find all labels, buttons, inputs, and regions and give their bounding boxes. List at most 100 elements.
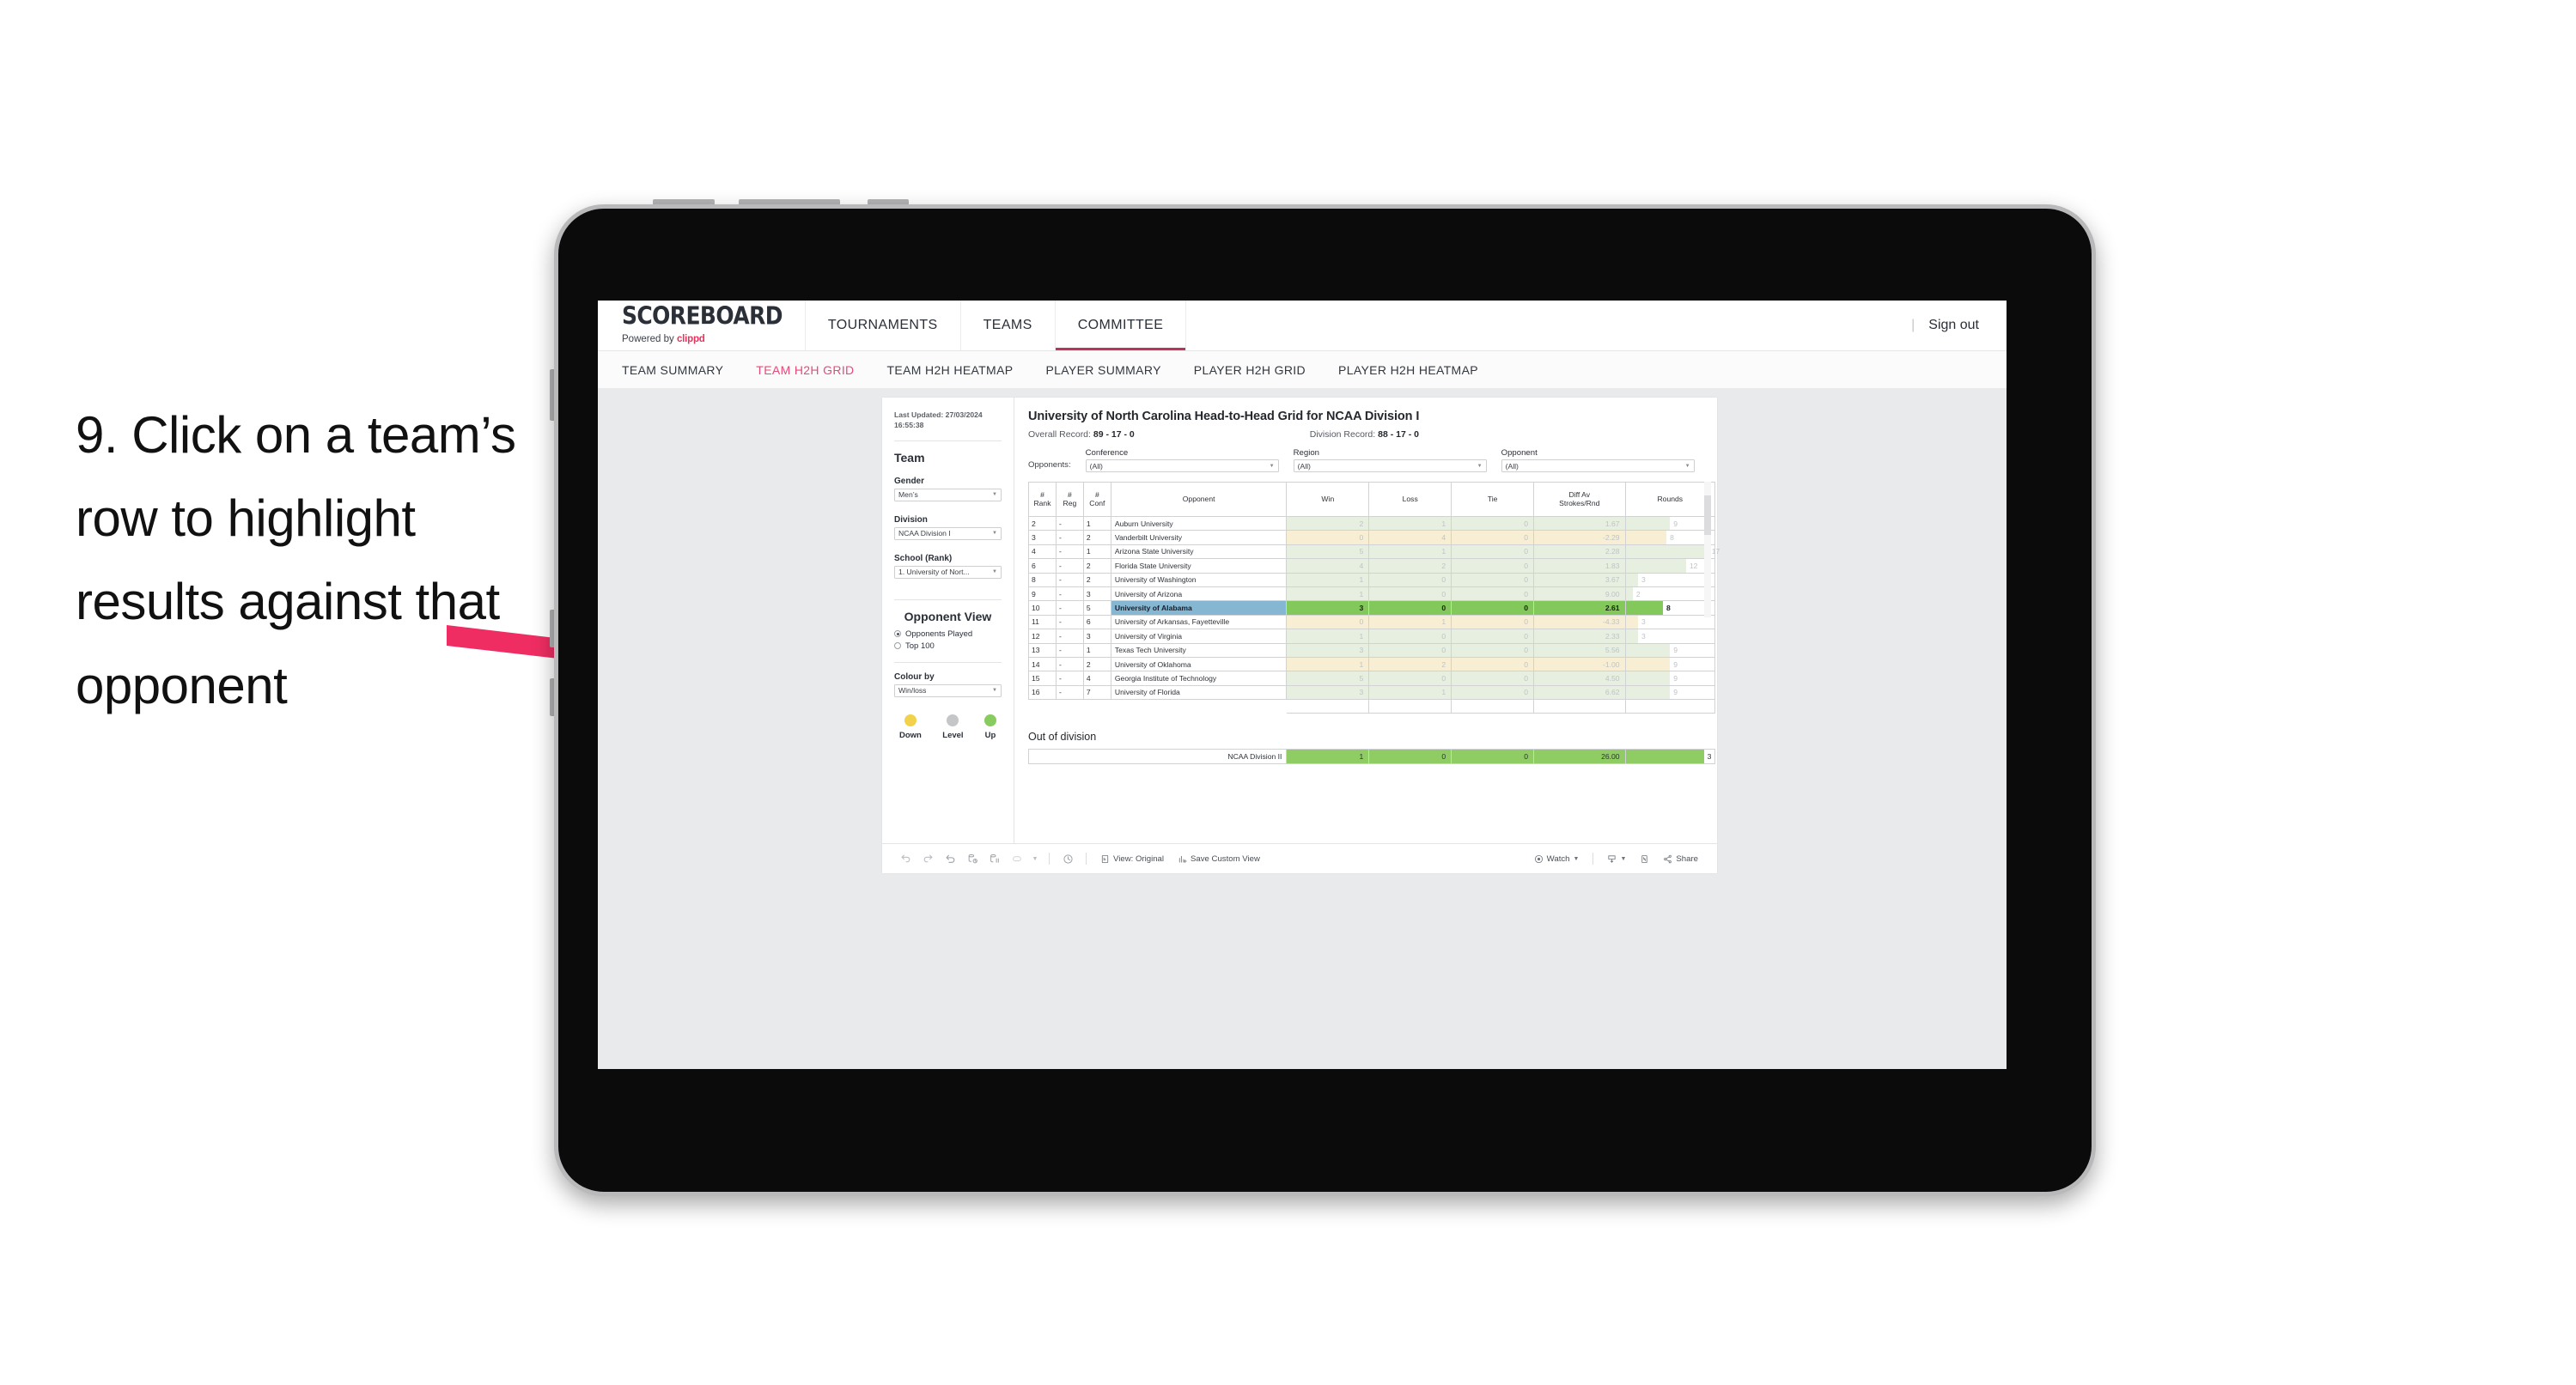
cell-rounds: 3 [1624,629,1716,644]
cell-rounds: 9 [1624,642,1716,658]
tab-team-h2h-heatmap[interactable]: TEAM H2H HEATMAP [887,363,1014,377]
rounds-bar [1625,601,1663,615]
table-row[interactable]: 9-3 University of Arizona 1 0 0 9.00 2 [1028,586,1716,602]
share-button[interactable]: Share [1656,854,1705,864]
undo-icon[interactable] [894,847,917,870]
school-select[interactable]: 1. University of Nort... ▼ [894,565,1002,579]
blank-cell [1028,699,1057,714]
cell-reg: - [1055,684,1084,701]
region-filter-select[interactable]: (All) ▼ [1293,459,1487,472]
conference-filter-select[interactable]: (All) ▼ [1085,459,1279,472]
cell-tie: 0 [1451,558,1535,574]
nav-teams[interactable]: TEAMS [961,301,1056,350]
opponent-filter: Opponent (All) ▼ [1501,448,1695,472]
table-row[interactable]: 3-2 Vanderbilt University 0 4 0 -2.29 8 [1028,530,1716,545]
tab-player-h2h-heatmap[interactable]: PLAYER H2H HEATMAP [1338,363,1478,377]
tab-team-h2h-grid[interactable]: TEAM H2H GRID [756,363,854,377]
cell-rounds: 3 [1624,572,1716,587]
cell-loss: 2 [1368,656,1452,672]
cell-rounds: 3 [1624,614,1716,630]
table-blank-row [1028,699,1716,714]
logo-tagline-prefix: Powered by [622,334,677,344]
toolbar-dropdown-caret-icon[interactable]: ▼ [1028,847,1042,870]
revert-icon[interactable] [939,847,961,870]
overall-record-value: 89 - 17 - 0 [1093,429,1135,440]
colour-by-select[interactable]: Win/loss ▼ [894,683,1002,697]
view-original-button[interactable]: View: Original [1093,854,1171,864]
logo-tagline-brand: clippd [676,334,705,344]
th-diff: Diff Av Strokes/Rnd [1533,482,1626,517]
gender-select[interactable]: Men’s ▼ [894,488,1002,501]
nav-tournaments[interactable]: TOURNAMENTS [806,301,961,350]
region-filter-value: (All) [1297,461,1311,471]
cell-rank: 15 [1028,671,1057,686]
sign-out-link[interactable]: Sign out [1928,318,1979,333]
cell-win: 0 [1286,614,1370,630]
cell-conf: 6 [1082,614,1111,630]
table-row[interactable]: 12-3 University of Virginia 1 0 0 2.33 3 [1028,629,1716,644]
table-row[interactable]: 15-4 Georgia Institute of Technology 5 0 0 4.… [1028,671,1716,686]
save-custom-view-button[interactable]: Save Custom View [1171,854,1267,864]
table-row[interactable]: 14-2 University of Oklahoma 1 2 0 -1.00 9 [1028,656,1716,672]
division-label: Division [894,514,928,525]
rounds-bar [1625,559,1686,573]
cell-conf: 2 [1082,558,1111,574]
radio-top-100[interactable]: Top 100 [894,641,1002,651]
table-row[interactable]: 11-6 University of Arkansas, Fayetteville… [1028,614,1716,630]
opponent-filter-select[interactable]: (All) ▼ [1501,459,1695,472]
legend-item-level: Level [942,714,964,740]
rounds-value: 8 [1666,604,1671,613]
fullscreen-button[interactable] [1633,854,1656,864]
rounds-value: 3 [1641,631,1646,641]
cell-diff: 9.00 [1533,586,1626,602]
rounds-value: 9 [1673,673,1678,683]
legend-dot-level [947,714,959,726]
redo-icon[interactable] [917,847,939,870]
h2h-table: # Rank # Reg # Conf Opponent Win Loss Tie D… [1028,482,1720,714]
rounds-value: 9 [1673,646,1678,655]
cell-opponent: Arizona State University [1110,544,1288,560]
rounds-bar [1625,544,1708,559]
table-scrollbar-thumb[interactable] [1704,495,1711,535]
th-loss: Loss [1368,482,1452,517]
cell-reg: - [1055,671,1084,686]
table-row[interactable]: 13-1 Texas Tech University 3 0 0 5.56 9 [1028,642,1716,658]
reset-layout-icon[interactable] [1006,847,1028,870]
download-button[interactable]: ▼ [1600,854,1633,864]
radio-opponents-played[interactable]: Opponents Played [894,629,1002,639]
watch-button[interactable]: Watch ▼ [1527,854,1586,864]
table-row[interactable]: 4-1 Arizona State University 5 1 0 2.28 17 [1028,544,1720,560]
opponent-view-heading: Opponent View [904,609,992,623]
cell-diff: 2.61 [1533,600,1626,616]
table-row[interactable]: 8-2 University of Washington 1 0 0 3.67 3 [1028,572,1716,587]
rounds-value: 3 [1641,575,1646,585]
cell-diff: 2.28 [1533,544,1626,560]
nav-committee[interactable]: COMMITTEE [1055,301,1187,350]
view-original-label: View: Original [1113,853,1165,864]
blank-cell [1451,699,1535,714]
cell-rank: 16 [1028,684,1057,701]
ood-rounds-bar [1625,750,1704,764]
tab-player-summary[interactable]: PLAYER SUMMARY [1045,363,1160,377]
chevron-down-icon: ▼ [1269,463,1275,469]
cell-tie: 0 [1451,656,1535,672]
cell-loss: 0 [1368,586,1452,602]
pause-updates-icon[interactable] [984,847,1006,870]
out-of-division-row[interactable]: NCAA Division II 1 0 0 26.00 3 [1027,749,1716,765]
refresh-data-icon[interactable] [961,847,984,870]
tab-player-h2h-grid[interactable]: PLAYER H2H GRID [1194,363,1306,377]
table-row[interactable]: 16-7 University of Florida 3 1 0 6.62 9 [1028,684,1716,701]
table-row[interactable]: 10-5 University of Alabama 3 0 0 2.61 8 [1028,600,1716,616]
pause-auto-update-icon[interactable] [1057,847,1079,870]
legend-label-level: Level [942,730,964,740]
ood-diff-cell: 26.00 [1533,749,1626,765]
table-row[interactable]: 6-2 Florida State University 4 2 0 1.83 12 [1028,558,1716,574]
tab-team-summary[interactable]: TEAM SUMMARY [622,363,723,377]
header-spacer [1186,301,1911,350]
radio-opponents-played-label: Opponents Played [905,629,973,639]
cell-tie: 0 [1451,629,1535,644]
cell-win: 1 [1286,656,1370,672]
rounds-bar [1625,643,1671,657]
division-select[interactable]: NCAA Division I ▼ [894,526,1002,540]
table-row[interactable]: 2-1 Auburn University 2 1 0 1.67 9 [1028,515,1716,532]
